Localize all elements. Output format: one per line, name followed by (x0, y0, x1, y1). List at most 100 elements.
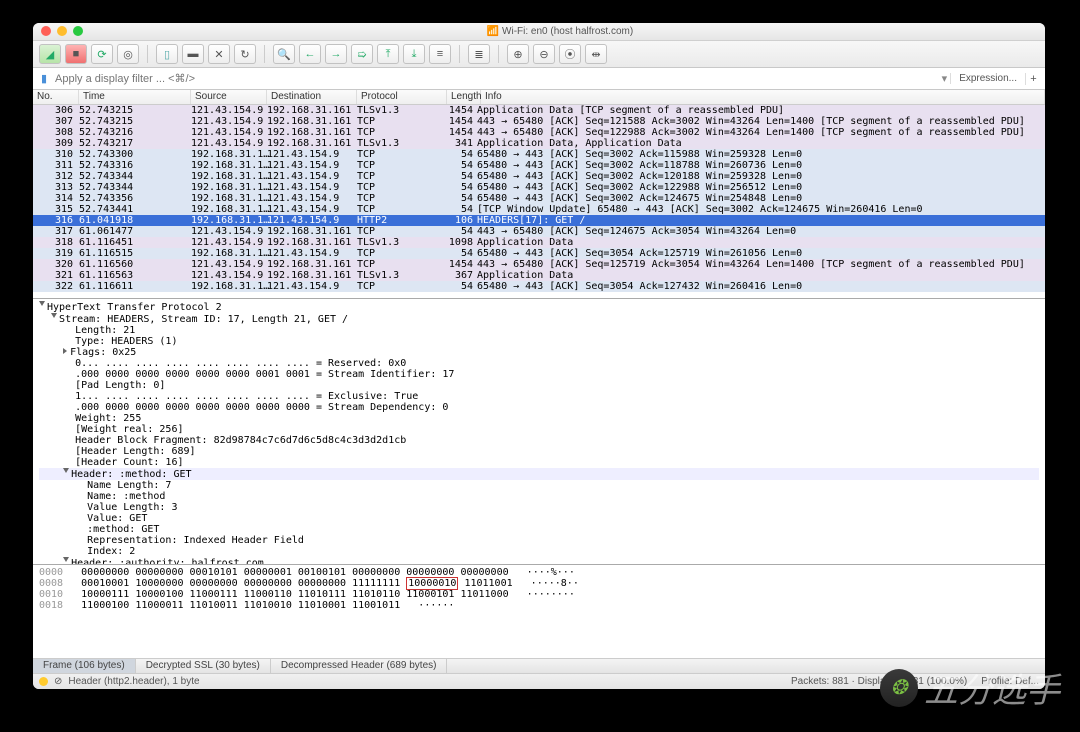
detail-line[interactable]: .000 0000 0000 0000 0000 0000 0000 0000 … (39, 402, 1039, 413)
packet-list[interactable]: 30652.743215121.43.154.9192.168.31.161TL… (33, 105, 1045, 299)
packet-row[interactable]: 32161.116563121.43.154.9192.168.31.161TL… (33, 270, 1045, 281)
go-forward-button[interactable]: → (325, 44, 347, 64)
packet-row[interactable]: 30752.743215121.43.154.9192.168.31.161TC… (33, 116, 1045, 127)
hex-row[interactable]: 0018 11000100 11000011 11010011 11010010… (39, 600, 1039, 611)
close-file-button[interactable]: ✕ (208, 44, 230, 64)
detail-line[interactable]: Name: :method (39, 491, 1039, 502)
col-destination[interactable]: Destination (267, 90, 357, 104)
packet-row[interactable]: 31961.116515192.168.31.1…121.43.154.9TCP… (33, 248, 1045, 259)
separator (498, 45, 499, 63)
filter-toggle[interactable]: ▾ (939, 72, 951, 85)
detail-line[interactable]: :method: GET (39, 524, 1039, 535)
options-icon: ◎ (123, 48, 133, 61)
packet-row[interactable]: 32061.116560121.43.154.9192.168.31.161TC… (33, 259, 1045, 270)
resize-columns-button[interactable]: ⇹ (585, 44, 607, 64)
expand-icon[interactable] (39, 301, 45, 309)
zoom-reset-button[interactable]: ⦿ (559, 44, 581, 64)
tab-decompressed-header[interactable]: Decompressed Header (689 bytes) (271, 659, 448, 673)
detail-line[interactable]: .000 0000 0000 0000 0000 0000 0001 0001 … (39, 369, 1039, 380)
cancel-icon[interactable]: ⊘ (54, 676, 62, 687)
packet-row[interactable]: 31761.061477121.43.154.9192.168.31.161TC… (33, 226, 1045, 237)
find-packet-button[interactable]: 🔍 (273, 44, 295, 64)
colorize-button[interactable]: ≣ (468, 44, 490, 64)
packet-list-header: No. Time Source Destination Protocol Len… (33, 90, 1045, 105)
packet-row[interactable]: 31861.116451121.43.154.9192.168.31.161TL… (33, 237, 1045, 248)
reload-button[interactable]: ↻ (234, 44, 256, 64)
packet-row[interactable]: 31661.041918192.168.31.1…121.43.154.9HTT… (33, 215, 1045, 226)
stop-capture-button[interactable]: ■ (65, 44, 87, 64)
hex-row[interactable]: 0008 00010001 10000000 00000000 00000000… (39, 578, 1039, 589)
detail-line[interactable]: Representation: Indexed Header Field (39, 535, 1039, 546)
packet-row[interactable]: 31552.743441192.168.31.1…121.43.154.9TCP… (33, 204, 1045, 215)
display-filter-input[interactable] (51, 73, 939, 85)
detail-line[interactable]: Header Block Fragment: 82d98784c7c6d7d6c… (39, 435, 1039, 446)
packet-row[interactable]: 30952.743217121.43.154.9192.168.31.161TL… (33, 138, 1045, 149)
detail-line[interactable]: 0... .... .... .... .... .... .... .... … (39, 358, 1039, 369)
go-last-button[interactable]: ⤓ (403, 44, 425, 64)
col-protocol[interactable]: Protocol (357, 90, 447, 104)
zoom-in-button[interactable]: ⊕ (507, 44, 529, 64)
packet-row[interactable]: 31452.743356192.168.31.1…121.43.154.9TCP… (33, 193, 1045, 204)
detail-line[interactable]: [Pad Length: 0] (39, 380, 1039, 391)
detail-line[interactable]: Name Length: 7 (39, 480, 1039, 491)
packet-row[interactable]: 31352.743344192.168.31.1…121.43.154.9TCP… (33, 182, 1045, 193)
detail-line[interactable]: Value Length: 3 (39, 502, 1039, 513)
header-authority[interactable]: Header: :authority: halfrost.com (71, 558, 264, 566)
open-file-button[interactable]: ▯ (156, 44, 178, 64)
go-to-packet-button[interactable]: ➯ (351, 44, 373, 64)
col-info[interactable]: Info (481, 90, 1045, 104)
detail-line[interactable]: 1... .... .... .... .... .... .... .... … (39, 391, 1039, 402)
col-no[interactable]: No. (33, 90, 79, 104)
expand-icon[interactable] (51, 313, 57, 321)
detail-line[interactable]: Weight: 255 (39, 413, 1039, 424)
close-window-button[interactable] (41, 26, 51, 36)
detail-line[interactable]: [Weight real: 256] (39, 424, 1039, 435)
proto-root[interactable]: HyperText Transfer Protocol 2 (47, 302, 222, 313)
packet-details-pane[interactable]: HyperText Transfer Protocol 2 Stream: HE… (33, 299, 1045, 566)
collapse-icon[interactable] (63, 348, 67, 354)
zoom-out-button[interactable]: ⊖ (533, 44, 555, 64)
bookmark-icon[interactable]: ▮ (37, 72, 51, 86)
packet-row[interactable]: 32261.116611192.168.31.1…121.43.154.9TCP… (33, 281, 1045, 292)
packet-row[interactable]: 30852.743216121.43.154.9192.168.31.161TC… (33, 127, 1045, 138)
packet-row[interactable]: 31152.743316192.168.31.1…121.43.154.9TCP… (33, 160, 1045, 171)
reload-icon: ↻ (240, 48, 249, 61)
main-toolbar: ◢ ■ ⟳ ◎ ▯ ▬ ✕ ↻ 🔍 ← → ➯ ⤒ ⤓ ≡ ≣ ⊕ ⊖ ⦿ ⇹ (33, 41, 1045, 69)
header-method[interactable]: Header: :method: GET (71, 469, 191, 480)
packet-row[interactable]: 31052.743300192.168.31.1…121.43.154.9TCP… (33, 149, 1045, 160)
capture-options-button[interactable]: ◎ (117, 44, 139, 64)
restart-icon: ⟳ (97, 48, 106, 61)
save-file-button[interactable]: ▬ (182, 44, 204, 64)
start-capture-button[interactable]: ◢ (39, 44, 61, 64)
auto-scroll-button[interactable]: ≡ (429, 44, 451, 64)
minimize-window-button[interactable] (57, 26, 67, 36)
go-back-button[interactable]: ← (299, 44, 321, 64)
col-length[interactable]: Length (447, 90, 481, 104)
hex-row[interactable]: 0010 10000111 10000100 11000111 11000110… (39, 589, 1039, 600)
detail-line[interactable]: [Header Length: 689] (39, 446, 1039, 457)
add-filter-button[interactable]: + (1025, 73, 1041, 85)
detail-line[interactable]: Flags: 0x25 (39, 347, 1039, 358)
stream-header[interactable]: Stream: HEADERS, Stream ID: 17, Length 2… (59, 314, 348, 325)
expand-icon[interactable] (63, 557, 69, 565)
detail-line[interactable]: [Header Count: 16] (39, 457, 1039, 468)
packet-row[interactable]: 31252.743344192.168.31.1…121.43.154.9TCP… (33, 171, 1045, 182)
expert-info-icon[interactable] (39, 677, 48, 686)
col-source[interactable]: Source (191, 90, 267, 104)
detail-line[interactable]: Type: HEADERS (1) (39, 336, 1039, 347)
expression-button[interactable]: Expression... (950, 73, 1025, 84)
detail-line[interactable]: Index: 2 (39, 546, 1039, 557)
tab-decrypted-ssl[interactable]: Decrypted SSL (30 bytes) (136, 659, 271, 673)
expand-icon[interactable] (63, 468, 69, 476)
col-time[interactable]: Time (79, 90, 191, 104)
detail-line[interactable]: Value: GET (39, 513, 1039, 524)
hex-row[interactable]: 0000 00000000 00000000 00010101 00000001… (39, 567, 1039, 578)
go-first-button[interactable]: ⤒ (377, 44, 399, 64)
packet-row[interactable]: 30652.743215121.43.154.9192.168.31.161TL… (33, 105, 1045, 116)
restart-capture-button[interactable]: ⟳ (91, 44, 113, 64)
tab-frame[interactable]: Frame (106 bytes) (33, 659, 136, 673)
separator (264, 45, 265, 63)
detail-line[interactable]: Length: 21 (39, 325, 1039, 336)
packet-bytes-pane[interactable]: 0000 00000000 00000000 00010101 00000001… (33, 565, 1045, 658)
zoom-window-button[interactable] (73, 26, 83, 36)
